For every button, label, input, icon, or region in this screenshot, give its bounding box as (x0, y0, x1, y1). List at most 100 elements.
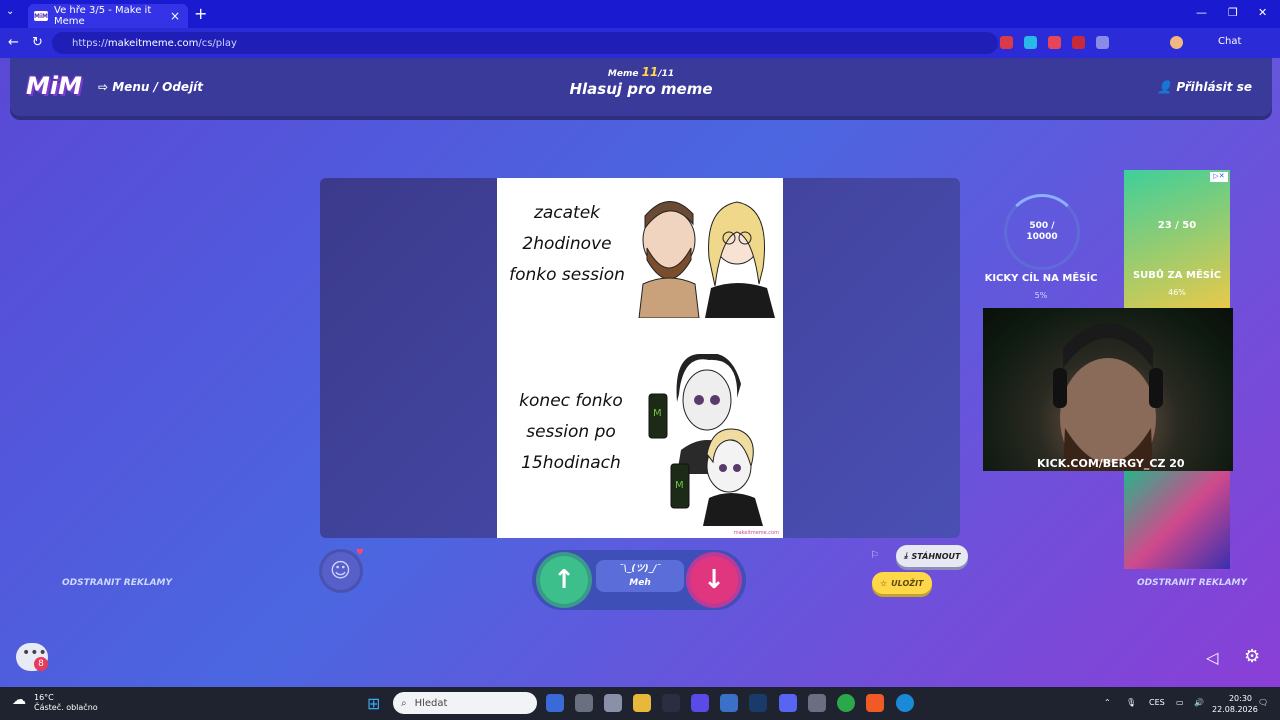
steam-icon[interactable] (749, 694, 767, 712)
upvote-button[interactable]: ↑ (540, 556, 588, 604)
meme-watermark: makeitmeme.com (733, 530, 779, 536)
minimize-icon[interactable]: — (1196, 6, 1207, 19)
edge-icon[interactable] (896, 694, 914, 712)
discord-icon[interactable] (779, 694, 797, 712)
meme-counter-prefix: Meme (607, 69, 639, 79)
network-icon[interactable]: ▭ (1176, 698, 1184, 707)
meme-top-line: fonko session (509, 265, 625, 285)
clock-date: 22.08.2026 (1212, 705, 1258, 714)
close-tab-icon[interactable]: × (170, 9, 180, 23)
taskbar-app-icon[interactable] (546, 694, 564, 712)
url-input[interactable]: https://makeitmeme.com/cs/play (52, 32, 998, 54)
chat-badge: 8 (34, 657, 48, 671)
smiley-icon: ☺ (330, 558, 351, 582)
meme-bottom-line: konec fonko (519, 391, 623, 411)
ad-banner-video[interactable] (1124, 471, 1230, 569)
chat-bubble-button[interactable]: ••• 8 (16, 643, 48, 671)
meme-counter: Meme 11/11 (10, 65, 1272, 79)
windows-start-icon[interactable]: ⊞ (367, 694, 380, 713)
extension-icon[interactable] (1072, 36, 1085, 49)
taskbar-app-icon[interactable] (604, 694, 622, 712)
chad-couple-illustration (638, 201, 775, 318)
ad-subs-label: SUBŮ ZA MĚSÍC (1132, 270, 1222, 281)
save-button[interactable]: ☆ ULOŽIT (872, 572, 932, 594)
taskbar-clock[interactable]: 20:30 22.08.2026 (1212, 693, 1258, 715)
meme-bottom-line: session po (526, 422, 616, 442)
close-window-icon[interactable]: ✕ (1258, 6, 1267, 19)
download-button[interactable]: ⤓ STÁHNOUT (896, 545, 969, 567)
extension-icon[interactable] (1048, 36, 1061, 49)
windows-taskbar: ☁ 16°C Částeč. oblačno ⊞ ⌕ Hledat ⌃ 🎙 CE… (0, 687, 1280, 720)
tray-chevron-icon[interactable]: ⌃ (1104, 698, 1111, 707)
url-path: /cs/play (198, 37, 237, 49)
report-flag-icon[interactable]: ⚐ (870, 550, 879, 561)
browser-tab[interactable]: MiM Ve hře 3/5 - Make it Meme × (28, 4, 188, 28)
chrome-icon[interactable] (837, 694, 855, 712)
extension-icon[interactable] (1096, 36, 1109, 49)
notifications-icon[interactable]: 🗨 (1258, 698, 1268, 707)
favicon-icon: MiM (34, 11, 48, 21)
vote-controls: ↑ ¯\_(ツ)_/¯ Meh ↓ (532, 550, 746, 610)
maximize-icon[interactable]: ❐ (1228, 6, 1238, 19)
meme-image: zacatek 2hodinove fonko session konec fo… (497, 178, 783, 538)
meme-top-line: zacatek (533, 203, 601, 223)
weather-widget[interactable]: ☁ 16°C Částeč. oblačno (12, 693, 98, 713)
meh-label: Meh (629, 578, 651, 588)
meme-bottom-line: 15hodinach (521, 453, 621, 473)
folder-icon[interactable] (633, 694, 651, 712)
meh-button[interactable]: ¯\_(ツ)_/¯ Meh (596, 560, 684, 592)
goal-value: 500 / (1029, 221, 1055, 231)
tired-couple-illustration: M M (648, 354, 763, 526)
cloud-icon: ☁ (12, 692, 26, 708)
clock-time: 20:30 (1228, 694, 1252, 703)
download-label: STÁHNOUT (911, 551, 961, 561)
volume-icon[interactable]: 🔊 (1194, 698, 1204, 707)
remove-ads-link-right[interactable]: ODSTRANIT REKLAMY (1137, 578, 1247, 588)
extension-icon[interactable] (1000, 36, 1013, 49)
taskbar-app-icon[interactable] (691, 694, 709, 712)
game-header: MiM ⇨ Menu / Odejít Meme 11/11 Hlasuj pr… (10, 58, 1272, 116)
ad-subs-count: 23 / 50 (1157, 220, 1197, 231)
page-title: Hlasuj pro meme (569, 80, 713, 98)
new-tab-icon[interactable]: + (194, 4, 207, 23)
microphone-icon[interactable]: 🎙 (1126, 698, 1136, 707)
meme-frame: zacatek 2hodinove fonko session konec fo… (320, 178, 960, 538)
goal-label: KICKY CÍL NA MĚSÍC (984, 273, 1098, 284)
chat-button[interactable]: Chat (1218, 36, 1241, 47)
taskbar-search[interactable]: ⌕ Hledat (393, 692, 537, 714)
meme-top-text: zacatek 2hodinove fonko session (501, 198, 633, 291)
taskbar-app-icon[interactable] (662, 694, 680, 712)
ad-banner[interactable]: ▷✕ 23 / 50 SUBŮ ZA MĚSÍC 46% (1124, 170, 1230, 308)
webcam-caption: KICK.COM/BERGY_CZ 20 (1037, 457, 1185, 470)
profile-avatar[interactable] (1170, 36, 1183, 49)
language-indicator[interactable]: CES (1149, 698, 1165, 707)
mute-icon[interactable]: ◁ (1206, 648, 1218, 667)
login-link[interactable]: 👤 Přihlásit se (1157, 80, 1252, 94)
subscriber-goal-ring: 500 / 10000 (1004, 194, 1080, 270)
search-placeholder: Hledat (414, 697, 448, 709)
browser-tab-strip: ⌄ MiM Ve hře 3/5 - Make it Meme × + — ❐ … (0, 0, 1280, 28)
refresh-icon[interactable]: ↻ (32, 35, 43, 50)
meme-counter-total: /11 (658, 69, 675, 79)
reaction-button[interactable]: ☺ ♥ (322, 548, 364, 590)
address-bar-row: ← ↻ https://makeitmeme.com/cs/play Chat (0, 28, 1280, 58)
goal-percent: 5% (1034, 291, 1048, 300)
settings-gear-icon[interactable]: ⚙ (1244, 646, 1260, 667)
tab-list-icon[interactable]: ⌄ (6, 6, 14, 17)
url-host: makeitmeme.com (107, 37, 199, 49)
downvote-button[interactable]: ↓ (690, 556, 738, 604)
arrow-up-icon: ↑ (553, 565, 575, 595)
tab-title: Ve hře 3/5 - Make it Meme (54, 5, 152, 27)
webcam-overlay: KICK.COM/BERGY_CZ 20 (983, 308, 1233, 471)
back-icon[interactable]: ← (8, 35, 19, 50)
ad-info-icon[interactable]: ▷✕ (1210, 172, 1228, 182)
extension-icon[interactable] (1024, 36, 1037, 49)
taskbar-app-icon[interactable] (575, 694, 593, 712)
game-page: MiM ⇨ Menu / Odejít Meme 11/11 Hlasuj pr… (0, 58, 1280, 687)
meme-counter-current: 11 (641, 65, 659, 79)
remove-ads-link-left[interactable]: ODSTRANIT REKLAMY (62, 578, 172, 588)
goal-total: 10000 (1026, 232, 1058, 242)
taskbar-app-icon[interactable] (808, 694, 826, 712)
taskbar-app-icon[interactable] (720, 694, 738, 712)
brave-icon[interactable] (866, 694, 884, 712)
